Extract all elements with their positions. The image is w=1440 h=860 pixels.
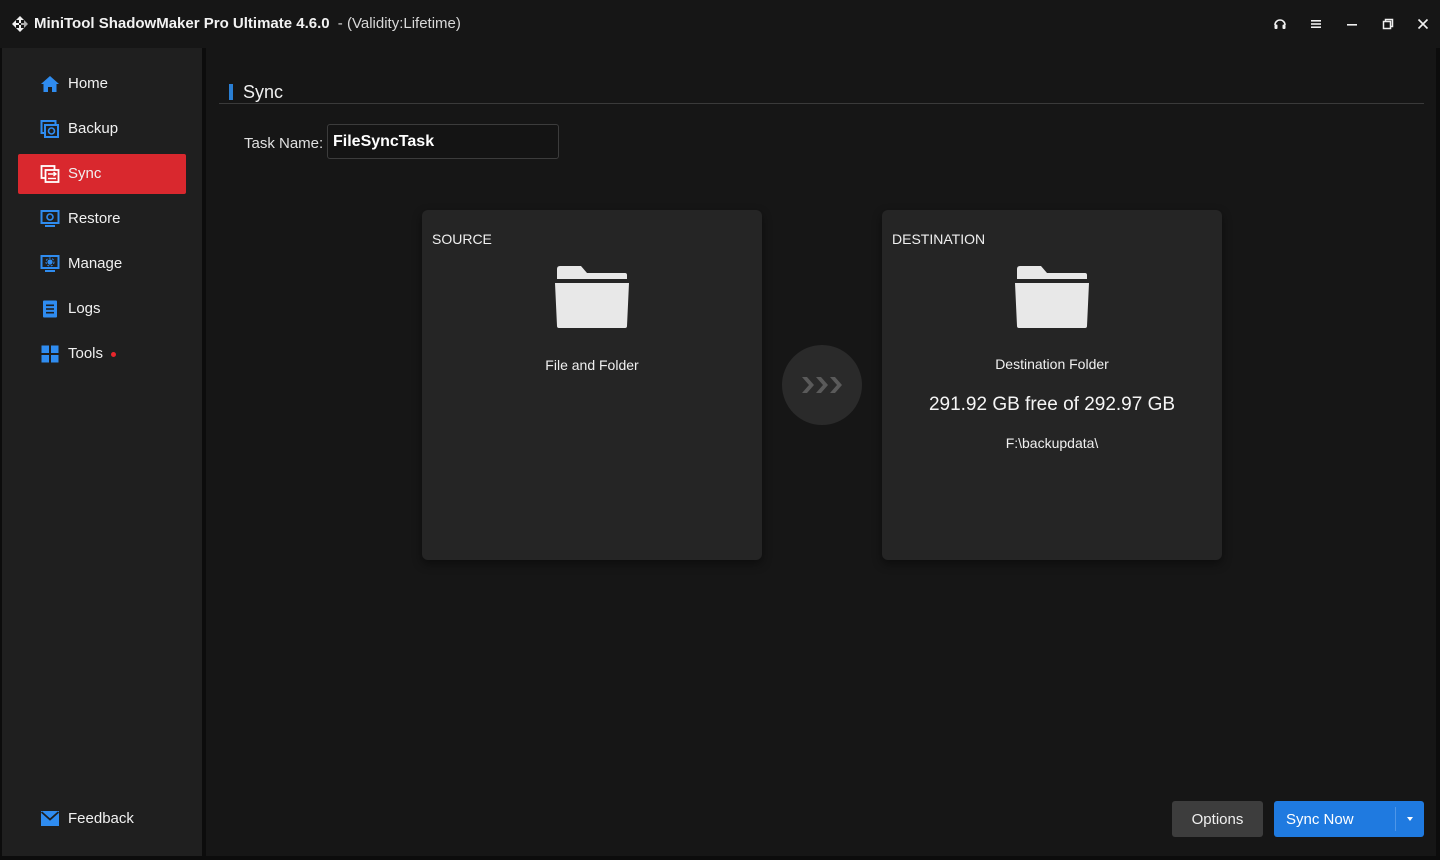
window-edge-right bbox=[1436, 48, 1440, 860]
source-label: File and Folder bbox=[545, 357, 639, 373]
sidebar: Home Backup Sync Restore Manage Logs Too… bbox=[2, 48, 202, 856]
sync-icon bbox=[40, 165, 60, 183]
options-button[interactable]: Options bbox=[1172, 801, 1263, 837]
destination-card[interactable]: DESTINATION Destination Folder 291.92 GB… bbox=[882, 210, 1222, 560]
sidebar-item-logs[interactable]: Logs bbox=[18, 289, 186, 329]
folder-icon bbox=[1015, 266, 1089, 328]
restore-icon[interactable] bbox=[1376, 12, 1400, 36]
minimize-icon[interactable] bbox=[1340, 12, 1364, 36]
sidebar-item-label: Home bbox=[68, 75, 109, 92]
headset-icon[interactable] bbox=[1268, 12, 1292, 36]
mail-icon bbox=[40, 811, 60, 826]
task-name-label: Task Name: bbox=[244, 135, 324, 152]
page-title: Sync bbox=[243, 82, 284, 102]
destination-heading: DESTINATION bbox=[892, 231, 986, 247]
section-accent bbox=[229, 84, 233, 100]
chevrons-right-icon bbox=[802, 377, 842, 393]
app-logo-icon bbox=[12, 16, 28, 32]
sync-now-button[interactable]: Sync Now bbox=[1274, 801, 1424, 837]
validity-text: - (Validity:Lifetime) bbox=[337, 15, 461, 32]
destination-free-space: 291.92 GB free of 292.97 GB bbox=[928, 394, 1176, 415]
notification-dot bbox=[111, 352, 116, 357]
sidebar-item-label: Tools bbox=[68, 345, 104, 362]
close-icon[interactable] bbox=[1411, 12, 1435, 36]
manage-icon bbox=[40, 255, 60, 272]
task-name-input[interactable] bbox=[327, 124, 559, 159]
options-label: Options bbox=[1191, 810, 1244, 828]
menu-icon[interactable] bbox=[1304, 12, 1328, 36]
sidebar-item-tools[interactable]: Tools bbox=[18, 334, 186, 374]
caret-down-icon bbox=[1407, 817, 1413, 821]
sidebar-item-sync[interactable]: Sync bbox=[18, 154, 186, 194]
destination-label: Destination Folder bbox=[995, 356, 1109, 372]
sidebar-item-manage[interactable]: Manage bbox=[18, 244, 186, 284]
sidebar-item-label: Backup bbox=[68, 120, 119, 137]
sidebar-item-label: Sync bbox=[68, 165, 102, 182]
feedback-label: Feedback bbox=[68, 810, 134, 827]
feedback-button[interactable]: Feedback bbox=[18, 798, 186, 838]
logs-icon bbox=[43, 300, 57, 318]
backup-icon bbox=[40, 120, 59, 138]
home-icon bbox=[41, 76, 59, 92]
folder-icon bbox=[555, 266, 629, 328]
window-title: MiniTool ShadowMaker Pro Ultimate 4.6.0 … bbox=[34, 15, 461, 32]
window-edge-left bbox=[0, 48, 2, 860]
source-heading: SOURCE bbox=[432, 231, 492, 247]
sync-now-label: Sync Now bbox=[1286, 811, 1354, 828]
title-divider bbox=[219, 103, 1424, 104]
tools-icon bbox=[41, 345, 59, 363]
sidebar-item-label: Restore bbox=[68, 210, 121, 227]
sync-direction-arrow bbox=[782, 345, 862, 425]
restore-icon bbox=[40, 210, 60, 227]
source-card[interactable]: SOURCE File and Folder bbox=[422, 210, 762, 560]
sidebar-item-home[interactable]: Home bbox=[18, 64, 186, 104]
sidebar-item-restore[interactable]: Restore bbox=[18, 199, 186, 239]
window-edge-bottom bbox=[0, 856, 1440, 860]
sidebar-item-label: Manage bbox=[68, 255, 123, 272]
title-bar: MiniTool ShadowMaker Pro Ultimate 4.6.0 … bbox=[0, 0, 1440, 48]
main-content: Sync Task Name: SOURCE File and Folder D… bbox=[206, 48, 1436, 856]
destination-path: F:\backupdata\ bbox=[1005, 435, 1099, 451]
app-name: MiniTool ShadowMaker Pro Ultimate 4.6.0 bbox=[34, 15, 330, 32]
sidebar-item-backup[interactable]: Backup bbox=[18, 109, 186, 149]
sync-now-dropdown[interactable] bbox=[1396, 801, 1424, 837]
sidebar-item-label: Logs bbox=[68, 300, 101, 317]
